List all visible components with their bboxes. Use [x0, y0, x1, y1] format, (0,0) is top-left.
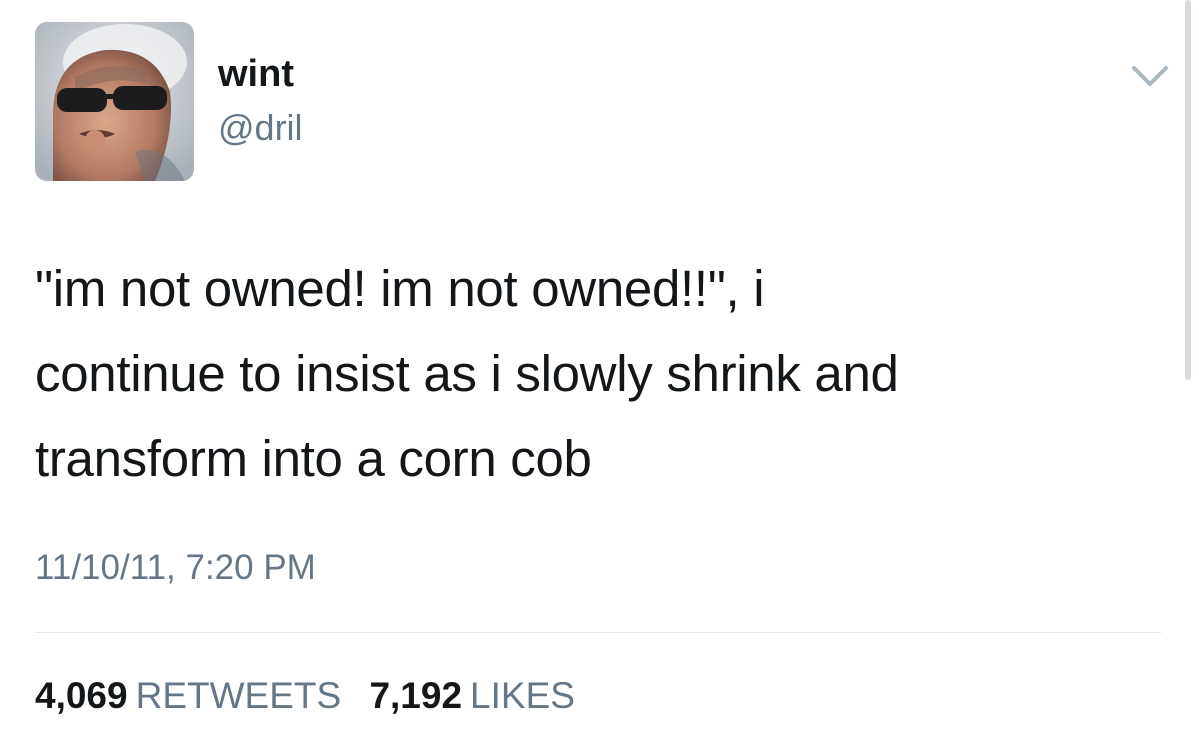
retweets-label: RETWEETS — [135, 675, 342, 716]
user-handle[interactable]: @dril — [218, 106, 303, 150]
scrollbar[interactable] — [1185, 0, 1191, 380]
divider — [35, 632, 1161, 633]
avatar[interactable] — [35, 22, 194, 181]
retweets-count: 4,069 — [35, 675, 128, 716]
tweet-timestamp[interactable]: 11/10/11, 7:20 PM — [35, 546, 316, 590]
likes-stat[interactable]: 7,192 LIKES — [369, 675, 593, 716]
tweet-text-line: transform into a corn cob — [35, 430, 592, 487]
tweet-text: "im not owned! im not owned!!", i contin… — [35, 246, 1155, 501]
avatar-image — [35, 22, 194, 181]
likes-label: LIKES — [470, 675, 575, 716]
retweets-stat[interactable]: 4,069 RETWEETS — [35, 675, 369, 716]
tweet-text-line: continue to insist as i slowly shrink an… — [35, 345, 899, 402]
tweet-stats: 4,069 RETWEETS 7,192 LIKES — [35, 672, 593, 720]
likes-count: 7,192 — [369, 675, 463, 716]
display-name[interactable]: wint — [218, 50, 294, 98]
tweet-text-line: "im not owned! im not owned!!", i — [35, 260, 765, 317]
chevron-down-icon[interactable] — [1128, 58, 1172, 94]
